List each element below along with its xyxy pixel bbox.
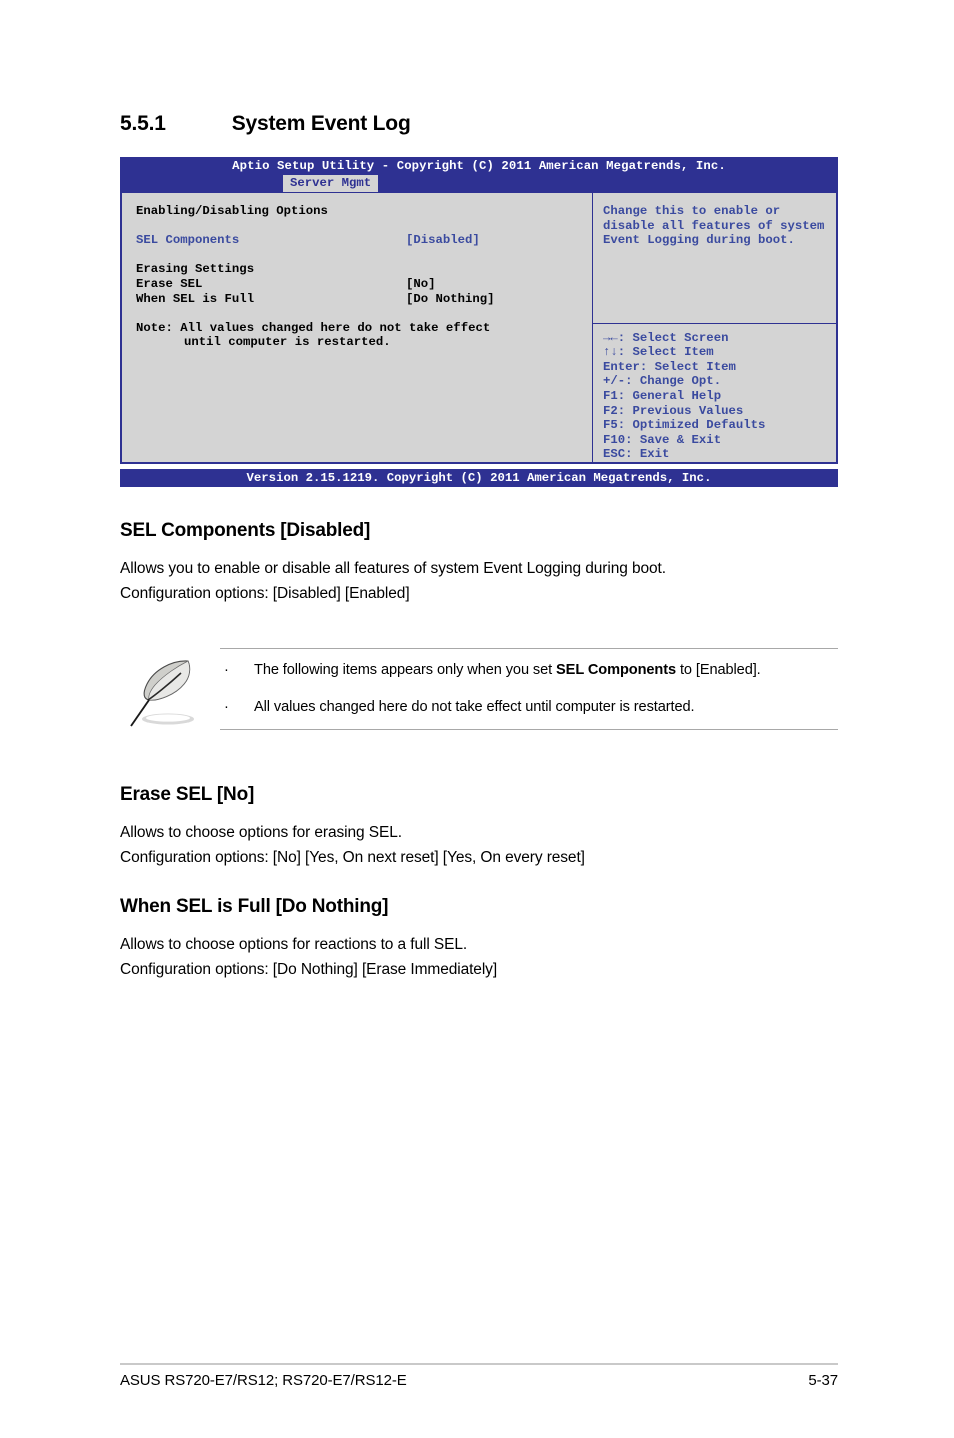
key-legend-item: F2: Previous Values (603, 403, 744, 418)
setting-row-when-sel-is-full[interactable]: When SEL is Full [Do Nothing] (136, 292, 592, 307)
bios-side-panel: Change this to enable or disable all fea… (592, 193, 836, 462)
bios-title-bar: Aptio Setup Utility - Copyright (C) 2011… (120, 157, 838, 175)
note-bottom-rule (220, 729, 838, 730)
group-title-label: Erasing Settings (136, 262, 255, 277)
bullet-icon: · (224, 699, 229, 715)
when-sel-is-full-label: When SEL is Full (136, 291, 255, 306)
bios-screenshot-figure: Aptio Setup Utility - Copyright (C) 2011… (120, 157, 838, 487)
note-item-text-post: to [Enabled]. (676, 662, 761, 678)
key-legend-item: F10: Save & Exit (603, 432, 722, 447)
key-legend-item: ↑↓: Select Item (603, 345, 714, 360)
section-heading-sel-components: SEL Components [Disabled] (120, 520, 371, 541)
bullet-icon: · (224, 662, 229, 678)
footer-divider (120, 1363, 838, 1365)
bios-help-text: Change this to enable or disable all fea… (603, 204, 825, 248)
document-body: SEL Components [Disabled] Allows you to … (120, 520, 838, 982)
page-title: System Event Log (231, 112, 411, 135)
key-legend-item: F5: Optimized Defaults (603, 418, 766, 433)
section-number: 5.5.1 (120, 112, 166, 135)
key-legend-item: +/-: Change Opt. (603, 374, 722, 389)
group-title-erasing-settings: Erasing Settings (136, 262, 592, 277)
tab-server-mgmt[interactable]: Server Mgmt (283, 175, 379, 192)
group-title-enabling-disabling: Enabling/Disabling Options (136, 204, 592, 219)
group-title-label: Enabling/Disabling Options (136, 204, 328, 218)
setting-row-erase-sel[interactable]: Erase SEL [No] (136, 277, 592, 292)
section-text-line-1: Allows to choose options for reactions t… (120, 936, 468, 953)
document-page: 5.5.1 System Event Log Aptio Setup Utili… (0, 0, 954, 1438)
bios-tab-bar: Server Mgmt (120, 175, 838, 192)
erase-sel-value[interactable]: [No] (406, 277, 436, 292)
erase-sel-label: Erase SEL (136, 276, 203, 291)
quill-pen-icon (128, 656, 202, 734)
note-item-text-bold: SEL Components (556, 662, 677, 678)
section-heading-when-sel-is-full: When SEL is Full [Do Nothing] (120, 896, 389, 917)
note-content: · The following items appears only when … (220, 649, 838, 729)
sel-components-value[interactable]: [Disabled] (406, 233, 480, 248)
bios-body: Enabling/Disabling Options SEL Component… (120, 192, 838, 464)
section-text-line-1: Allows you to enable or disable all feat… (120, 560, 666, 577)
key-legend-item: →←: Select Screen (603, 330, 729, 345)
section-text-line-2: Configuration options: [Do Nothing] [Era… (120, 961, 498, 978)
note-item-text-pre: The following items appears only when yo… (254, 662, 557, 678)
note-item-text: The following items appears only when yo… (254, 659, 838, 682)
section-text-line-1: Allows to choose options for erasing SEL… (120, 824, 402, 841)
bios-settings-panel: Enabling/Disabling Options SEL Component… (122, 193, 592, 462)
section-heading-erase-sel: Erase SEL [No] (120, 784, 255, 805)
sel-components-label: SEL Components (136, 233, 240, 248)
note-callout: · The following items appears only when … (120, 648, 838, 740)
when-sel-is-full-value[interactable]: [Do Nothing] (406, 292, 495, 307)
bios-note-line-1: Note: All values changed here do not tak… (136, 320, 491, 335)
note-list-item: · The following items appears only when … (220, 659, 838, 682)
setting-row-sel-components[interactable]: SEL Components [Disabled] (136, 233, 592, 248)
bios-key-legend: →←: Select Screen ↑↓: Select Item Enter:… (593, 322, 836, 462)
key-legend-item: Enter: Select Item (603, 359, 736, 374)
key-legend-item: ESC: Exit (603, 447, 670, 462)
note-list-item: · All values changed here do not take ef… (220, 696, 838, 719)
footer-page-number: 5-37 (808, 1372, 838, 1389)
bios-version-bar: Version 2.15.1219. Copyright (C) 2011 Am… (120, 469, 838, 487)
section-text-line-2: Configuration options: [No] [Yes, On nex… (120, 849, 585, 866)
section-text-line-2: Configuration options: [Disabled] [Enabl… (120, 585, 410, 602)
note-item-text: All values changed here do not take effe… (254, 699, 695, 715)
footer-product-name: ASUS RS720-E7/RS12; RS720-E7/RS12-E (120, 1372, 407, 1389)
key-legend-item: F1: General Help (603, 389, 722, 404)
page-heading: 5.5.1 System Event Log (120, 112, 411, 136)
bios-note-line-2: until computer is restarted. (184, 335, 391, 350)
